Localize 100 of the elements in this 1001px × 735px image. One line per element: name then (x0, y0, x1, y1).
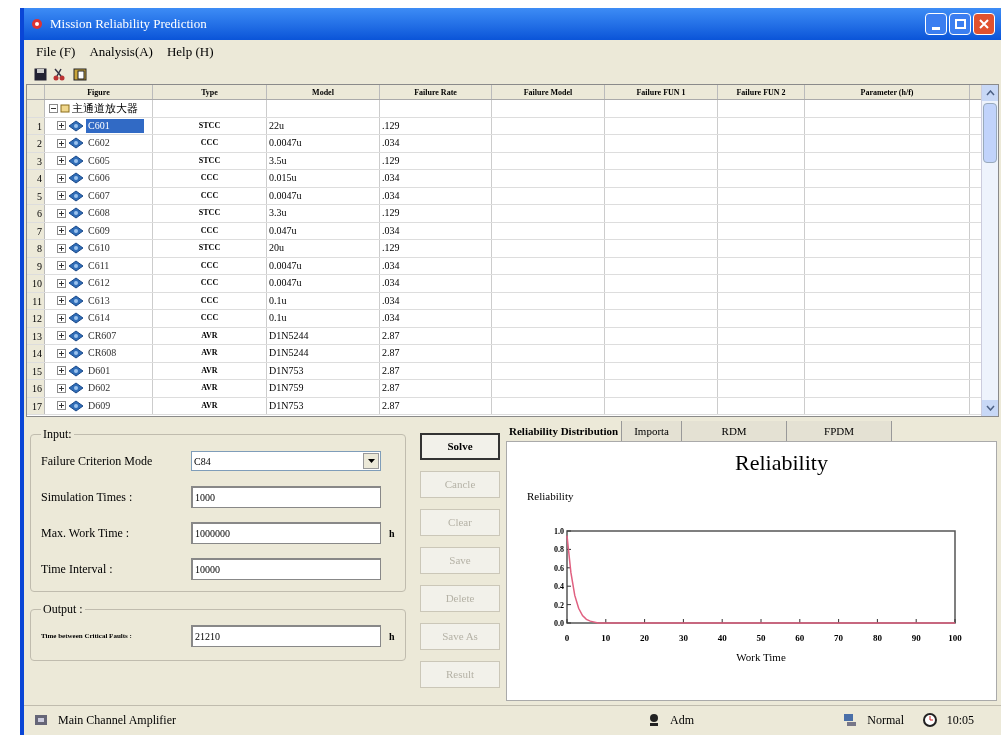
tree-node-label[interactable]: C612 (86, 276, 112, 291)
chip-icon (68, 329, 84, 342)
tree-node-label[interactable]: C601 (86, 118, 144, 133)
input-field[interactable]: 10000 (191, 558, 381, 580)
expand-icon[interactable] (57, 156, 66, 166)
x-tick: 50 (756, 618, 766, 643)
menu-item[interactable]: Help (H) (166, 42, 214, 62)
chip-icon (68, 224, 84, 237)
y-tick-label: 1.0 (554, 526, 564, 536)
tree-node-label[interactable]: C608 (86, 206, 112, 221)
expand-icon[interactable] (57, 401, 66, 411)
expand-icon[interactable] (57, 138, 66, 148)
input-field[interactable]: 21210 (191, 625, 381, 647)
tree-node-label[interactable]: 主通道放大器 (72, 100, 138, 117)
column-header[interactable]: Failure FUN 2 (718, 85, 805, 99)
table-cell: D1N753 (267, 362, 380, 379)
tree-node-label[interactable]: CR607 (86, 328, 119, 343)
column-header[interactable]: Failure Model (492, 85, 605, 99)
tree-node-label[interactable]: D609 (86, 398, 113, 413)
menu-item[interactable]: File (F) (36, 42, 76, 62)
tree-node-label[interactable]: C606 (86, 171, 112, 186)
dropdown-arrow-icon[interactable] (367, 459, 375, 463)
tab[interactable]: Reliability Distribution (506, 421, 623, 441)
table-cell: CCC (153, 222, 267, 239)
tree-node-label[interactable]: C610 (86, 241, 112, 256)
tab[interactable]: RDM (682, 421, 788, 441)
x-tick-label: 70 (834, 632, 844, 643)
expand-icon[interactable] (57, 191, 66, 201)
chart-title: Reliability (734, 449, 829, 477)
x-tick: 70 (834, 618, 844, 643)
column-header[interactable]: Model (267, 85, 380, 99)
column-header[interactable]: Failure FUN 1 (605, 85, 718, 99)
table-cell: CCC (153, 170, 267, 187)
tree-node-label[interactable]: C613 (86, 293, 112, 308)
expand-icon[interactable] (57, 243, 66, 253)
expand-icon[interactable] (57, 278, 66, 288)
expand-icon[interactable] (57, 383, 66, 393)
tree-node-label[interactable]: C607 (86, 188, 112, 203)
tree-node-label[interactable]: C614 (86, 311, 112, 326)
clipboard-icon[interactable] (73, 67, 87, 81)
tree-node-label[interactable]: C605 (86, 153, 112, 168)
x-tick-label: 30 (678, 632, 689, 643)
expand-icon[interactable] (57, 226, 66, 236)
menu-item[interactable]: Analysis(A) (89, 42, 153, 62)
x-axis-title: Work Time (736, 650, 786, 663)
x-tick: 60 (795, 618, 805, 643)
expand-icon[interactable] (57, 296, 66, 306)
table-cell: AVR (153, 362, 267, 379)
collapse-icon[interactable] (49, 103, 58, 113)
close-button[interactable] (973, 13, 995, 35)
scissors-icon[interactable] (53, 67, 67, 81)
column-header[interactable]: Failure Rate (380, 85, 492, 99)
expand-icon[interactable] (57, 313, 66, 323)
expand-icon[interactable] (57, 173, 66, 183)
scroll-thumb[interactable] (983, 103, 997, 163)
table-cell: 0.0047u (267, 275, 380, 292)
chip-icon (68, 347, 84, 360)
tree-node-label[interactable]: D602 (86, 381, 113, 396)
field-label: Failure Criterion Mode (41, 453, 154, 470)
mode-dropdown[interactable]: C84 (191, 451, 381, 471)
table-cell: 3.3u (267, 205, 380, 222)
app-icon (30, 17, 44, 31)
action-button[interactable]: Solve (420, 433, 500, 460)
tree-node-label[interactable]: C602 (86, 136, 112, 151)
expand-icon[interactable] (57, 331, 66, 341)
vertical-scrollbar[interactable] (981, 85, 998, 416)
tree-node-label[interactable]: C609 (86, 223, 112, 238)
tree-node-label[interactable]: D601 (86, 363, 113, 378)
table-cell: .129 (380, 117, 492, 134)
table-cell: .034 (380, 170, 492, 187)
y-tick-label: 0.6 (554, 563, 564, 573)
tree-node-label[interactable]: CR608 (86, 346, 119, 361)
table-cell: 2.87 (380, 380, 492, 397)
y-tick: 0.2 (554, 600, 572, 610)
tab[interactable]: Importa (622, 421, 683, 441)
table-cell: .034 (380, 275, 492, 292)
computer-icon (843, 712, 858, 727)
column-header[interactable]: Parameter (h/f) (805, 85, 970, 99)
minimize-button[interactable] (925, 13, 947, 35)
field-label: Time Interval : (41, 561, 114, 578)
expand-icon[interactable] (57, 261, 66, 271)
expand-icon[interactable] (57, 348, 66, 358)
save-icon[interactable] (34, 67, 47, 81)
expand-icon[interactable] (57, 208, 66, 218)
tab[interactable]: FPDM (787, 421, 893, 441)
tree-node-label[interactable]: C611 (86, 258, 112, 273)
maximize-button[interactable] (949, 13, 971, 35)
input-field[interactable]: 1000000 (191, 522, 381, 544)
chip-icon (68, 294, 84, 307)
status-text: Adm (670, 711, 694, 729)
y-tick: 1.0 (554, 526, 572, 536)
column-header[interactable]: Type (153, 85, 267, 99)
table-cell: 20u (267, 240, 380, 257)
expand-icon[interactable] (57, 366, 66, 376)
y-tick: 0.6 (554, 563, 572, 573)
table-cell: CCC (153, 257, 267, 274)
x-tick-label: 20 (640, 632, 650, 643)
column-header[interactable]: Figure (45, 85, 153, 99)
expand-icon[interactable] (57, 121, 66, 131)
input-field[interactable]: 1000 (191, 486, 381, 508)
